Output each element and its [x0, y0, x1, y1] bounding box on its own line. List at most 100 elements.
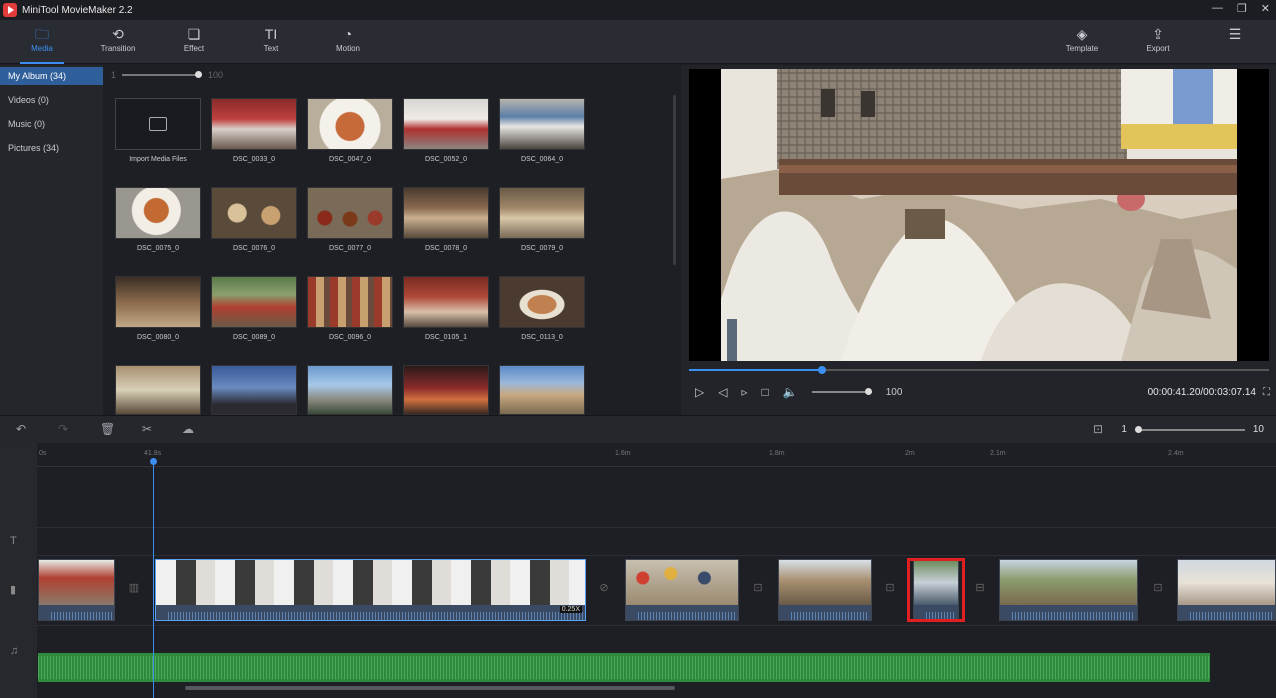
media-thumbnail[interactable]	[115, 187, 201, 239]
menu-button[interactable]: ☰	[1205, 24, 1265, 44]
media-library: 1 100 Import Media Files DSC_0033_0 DSC_…	[103, 65, 680, 415]
video-clip-selected[interactable]: 0.25X	[155, 559, 586, 621]
timeline-zoom-knob[interactable]	[1134, 425, 1142, 433]
close-icon[interactable]: ✕	[1261, 2, 1270, 15]
import-box[interactable]	[115, 98, 201, 150]
media-thumbnail[interactable]	[211, 276, 297, 328]
media-item[interactable]: DSC_0077_0	[307, 187, 393, 252]
media-item[interactable]	[211, 365, 297, 415]
playhead-knob[interactable]	[150, 458, 157, 465]
media-thumbnail[interactable]	[499, 187, 585, 239]
template-button[interactable]: ◈ Template	[1052, 24, 1112, 53]
media-thumbnail[interactable]	[499, 98, 585, 150]
progress-fill	[689, 369, 823, 371]
fit-timeline-icon[interactable]: ⊡	[1093, 422, 1103, 436]
tab-motion[interactable]: ◔ Motion	[318, 24, 378, 53]
media-item[interactable]: DSC_0113_0	[499, 276, 585, 341]
sidebar-item-my-album[interactable]: My Album (34)	[0, 67, 103, 85]
delete-icon[interactable]: 🗑	[100, 422, 115, 436]
preview-image	[721, 69, 1237, 361]
media-thumbnail[interactable]	[307, 276, 393, 328]
media-label: DSC_0077_0	[328, 245, 372, 252]
media-item[interactable]: DSC_0078_0	[403, 187, 489, 252]
undo-icon[interactable]: ↶	[16, 422, 26, 436]
media-item[interactable]: DSC_0052_0	[403, 98, 489, 163]
media-item[interactable]	[307, 365, 393, 415]
media-thumbnail[interactable]	[211, 365, 297, 415]
media-item[interactable]: DSC_0080_0	[115, 276, 201, 341]
media-thumbnail[interactable]	[211, 187, 297, 239]
zoom-slider-knob[interactable]	[195, 71, 203, 78]
media-item[interactable]: DSC_0096_0	[307, 276, 393, 341]
timeline-scrollbar[interactable]	[185, 686, 675, 690]
media-item[interactable]: DSC_0033_0	[211, 98, 297, 163]
restore-icon[interactable]: ❐	[1237, 2, 1247, 15]
media-thumbnail[interactable]	[307, 98, 393, 150]
media-thumbnail[interactable]	[307, 365, 393, 415]
playback-time: 00:00:41.20/00:03:07.14	[1147, 387, 1256, 398]
prev-frame-icon[interactable]: ◁	[718, 385, 727, 399]
media-thumbnail[interactable]	[115, 276, 201, 328]
video-clip[interactable]	[1177, 559, 1276, 621]
media-thumbnail[interactable]	[499, 276, 585, 328]
media-thumbnail[interactable]	[403, 98, 489, 150]
sidebar-item-videos[interactable]: Videos (0)	[0, 91, 103, 109]
volume-slider[interactable]	[811, 388, 872, 395]
media-item[interactable]: DSC_0089_0	[211, 276, 297, 341]
tab-text[interactable]: TI Text	[241, 24, 301, 53]
media-thumbnail[interactable]	[115, 365, 201, 415]
music-clip[interactable]	[38, 653, 1210, 682]
transition-slot[interactable]: ⊡	[1144, 567, 1172, 607]
tab-effect[interactable]: ❏ Effect	[164, 24, 224, 53]
clip-waveform	[1000, 605, 1137, 620]
sidebar-item-pictures[interactable]: Pictures (34)	[0, 139, 103, 157]
transition-slot[interactable]: ⊘	[590, 567, 618, 607]
media-item[interactable]: DSC_0076_0	[211, 187, 297, 252]
split-icon[interactable]: ✂	[142, 422, 152, 436]
time-ruler[interactable]: 0s 41.8s 1.6m 1.8m 2m 2.1m 2.4m	[37, 443, 1276, 467]
media-thumbnail[interactable]	[403, 365, 489, 415]
export-button[interactable]: ⇪ Export	[1128, 24, 1188, 53]
media-item[interactable]: DSC_0064_0	[499, 98, 585, 163]
redo-icon[interactable]: ↷	[58, 422, 68, 436]
volume-knob[interactable]	[864, 388, 872, 395]
video-clip[interactable]	[778, 559, 872, 621]
fullscreen-icon[interactable]: ⛶	[1263, 387, 1270, 398]
video-player[interactable]	[689, 69, 1269, 361]
tab-transition[interactable]: ⟲ Transition	[88, 24, 148, 53]
transition-slot[interactable]: ⊡	[876, 567, 904, 607]
media-thumbnail[interactable]	[499, 365, 585, 415]
media-thumbnail[interactable]	[403, 276, 489, 328]
library-scrollbar[interactable]	[673, 95, 676, 265]
sidebar-item-music[interactable]: Music (0)	[0, 115, 103, 133]
next-frame-icon[interactable]: ▹	[741, 385, 747, 399]
media-item[interactable]	[403, 365, 489, 415]
playhead[interactable]	[150, 458, 157, 698]
media-item[interactable]: DSC_0047_0	[307, 98, 393, 163]
import-media-tile[interactable]: Import Media Files	[115, 98, 201, 163]
media-thumbnail[interactable]	[211, 98, 297, 150]
media-item[interactable]: DSC_0075_0	[115, 187, 201, 252]
timeline-zoom-slider[interactable]	[1134, 425, 1245, 433]
media-thumbnail[interactable]	[307, 187, 393, 239]
minimize-icon[interactable]: —	[1212, 2, 1223, 15]
transition-slot[interactable]: ⊡	[744, 567, 772, 607]
stop-icon[interactable]: □	[762, 385, 769, 399]
play-icon[interactable]: ▷	[695, 385, 704, 399]
playback-progress[interactable]	[689, 366, 1269, 374]
video-clip[interactable]	[999, 559, 1138, 621]
transition-slot[interactable]: ⊟	[966, 567, 994, 607]
video-clip[interactable]	[625, 559, 739, 621]
media-item[interactable]: DSC_0079_0	[499, 187, 585, 252]
progress-knob[interactable]	[818, 366, 827, 374]
media-thumbnail[interactable]	[403, 187, 489, 239]
media-item[interactable]: DSC_0105_1	[403, 276, 489, 341]
transition-slot[interactable]: ▥	[120, 567, 148, 607]
media-item[interactable]	[115, 365, 201, 415]
audio-split-icon[interactable]: ☁	[182, 422, 194, 436]
volume-icon[interactable]: 🔈	[783, 385, 798, 399]
tab-media[interactable]: 🗀 Media	[12, 24, 72, 64]
video-clip[interactable]	[38, 559, 115, 621]
thumbnail-zoom-slider[interactable]	[122, 71, 203, 78]
media-item[interactable]	[499, 365, 585, 415]
